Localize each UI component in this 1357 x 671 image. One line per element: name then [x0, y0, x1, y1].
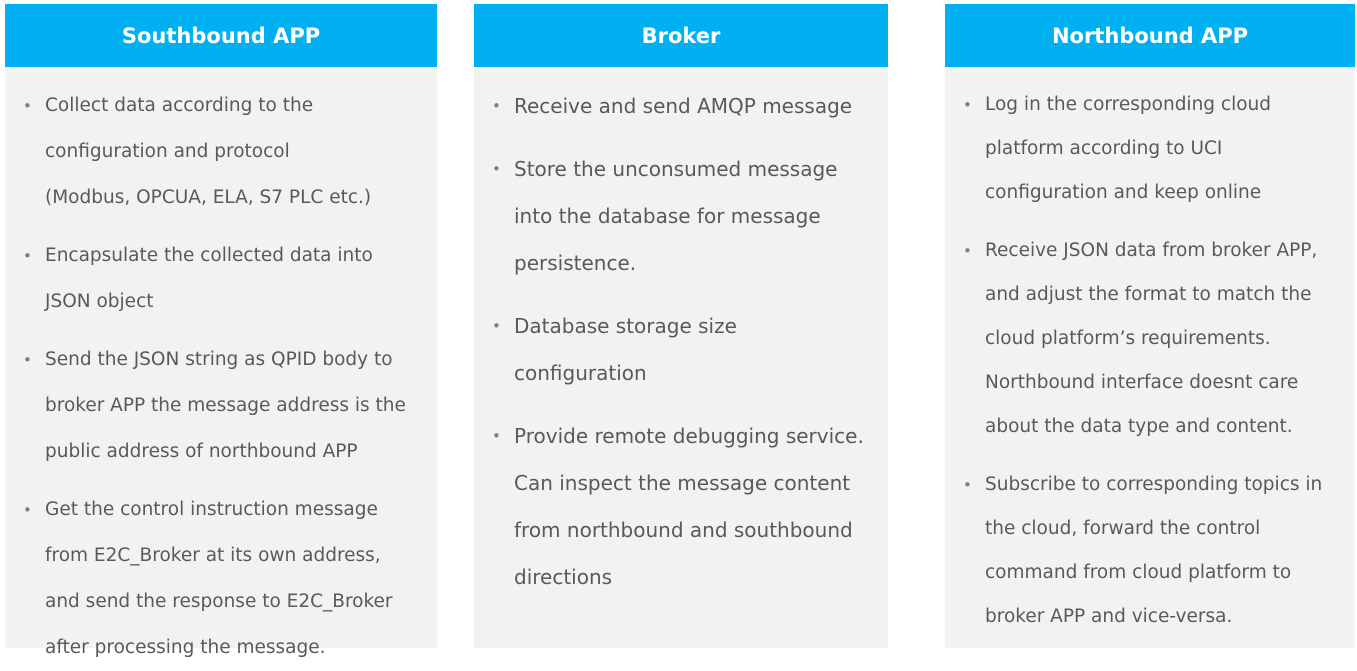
bullet-line: and send the response to E2C_Broker — [45, 591, 393, 612]
bullet-line: configuration — [514, 361, 647, 385]
northbound-bullet-list: • Log in the corresponding cloud platfor… — [945, 67, 1355, 639]
bullet-icon: • — [963, 96, 972, 114]
bullet-line: Can inspect the message content — [514, 471, 851, 495]
broker-bullet-2: • Store the unconsumed message into the … — [492, 146, 876, 287]
bullet-line: the cloud, forward the control — [985, 518, 1261, 539]
bullet-line: command from cloud platform to — [985, 562, 1292, 583]
bullet-line: Store the unconsumed message — [514, 157, 838, 181]
northbound-bullet-1: • Log in the corresponding cloud platfor… — [963, 83, 1343, 215]
broker-bullet-1: • Receive and send AMQP message — [492, 83, 876, 130]
bullet-line: configuration and keep online — [985, 182, 1262, 203]
bullet-line: Get the control instruction message — [45, 499, 378, 520]
bullet-line: broker APP and vice-versa. — [985, 606, 1233, 627]
southbound-bullet-1: • Collect data according to the configur… — [23, 83, 425, 221]
bullet-line: Database storage size — [514, 314, 737, 338]
broker-panel: Broker • Receive and send AMQP message •… — [474, 4, 888, 648]
bullet-line: Send the JSON string as QPID body to — [45, 349, 393, 370]
bullet-line: (Modbus, OPCUA, ELA, S7 PLC etc.) — [45, 187, 372, 208]
northbound-bullet-2: • Receive JSON data from broker APP, and… — [963, 229, 1343, 449]
bullet-line: public address of northbound APP — [45, 441, 358, 462]
bullet-line: after processing the message. — [45, 637, 326, 658]
bullet-icon: • — [23, 351, 32, 369]
bullet-line: from northbound and southbound — [514, 518, 853, 542]
broker-bullet-3: • Database storage size configuration — [492, 303, 876, 397]
bullet-line: directions — [514, 565, 613, 589]
bullet-icon: • — [492, 160, 501, 178]
bullet-icon: • — [492, 317, 501, 335]
bullet-line: JSON object — [45, 291, 154, 312]
southbound-bullet-3: • Send the JSON string as QPID body to b… — [23, 337, 425, 475]
bullet-icon: • — [23, 97, 32, 115]
bullet-line: about the data type and content. — [985, 416, 1293, 437]
bullet-line: Log in the corresponding cloud — [985, 94, 1272, 115]
bullet-icon: • — [963, 242, 972, 260]
southbound-bullet-list: • Collect data according to the configur… — [5, 67, 437, 671]
broker-header: Broker — [474, 4, 888, 67]
broker-bullet-list: • Receive and send AMQP message • Store … — [474, 67, 888, 601]
bullet-icon: • — [492, 427, 501, 445]
bullet-icon: • — [963, 476, 972, 494]
bullet-line: persistence. — [514, 251, 637, 275]
southbound-bullet-4: • Get the control instruction message fr… — [23, 487, 425, 671]
bullet-icon: • — [492, 97, 501, 115]
bullet-icon: • — [23, 247, 32, 265]
bullet-line: Provide remote debugging service. — [514, 424, 864, 448]
bullet-icon: • — [23, 501, 32, 519]
bullet-line: platform according to UCI — [985, 138, 1223, 159]
bullet-line: Collect data according to the — [45, 95, 314, 116]
bullet-line: Encapsulate the collected data into — [45, 245, 373, 266]
broker-bullet-4: • Provide remote debugging service. Can … — [492, 413, 876, 601]
bullet-line: from E2C_Broker at its own address, — [45, 545, 381, 566]
bullet-line: into the database for message — [514, 204, 821, 228]
northbound-app-header: Northbound APP — [945, 4, 1355, 67]
bullet-line: cloud platform’s requirements. — [985, 328, 1271, 349]
bullet-line: Subscribe to corresponding topics in — [985, 474, 1323, 495]
bullet-line: and adjust the format to match the — [985, 284, 1312, 305]
bullet-line: Receive and send AMQP message — [514, 94, 853, 118]
bullet-line: broker APP the message address is the — [45, 395, 406, 416]
bullet-line: configuration and protocol — [45, 141, 290, 162]
northbound-bullet-3: • Subscribe to corresponding topics in t… — [963, 463, 1343, 639]
southbound-app-panel: Southbound APP • Collect data according … — [5, 4, 437, 658]
northbound-app-panel: Northbound APP • Log in the correspondin… — [945, 4, 1355, 648]
bullet-line: Receive JSON data from broker APP, — [985, 240, 1318, 261]
southbound-app-header: Southbound APP — [5, 4, 437, 67]
bullet-line: Northbound interface doesnt care — [985, 372, 1299, 393]
southbound-bullet-2: • Encapsulate the collected data into JS… — [23, 233, 425, 325]
